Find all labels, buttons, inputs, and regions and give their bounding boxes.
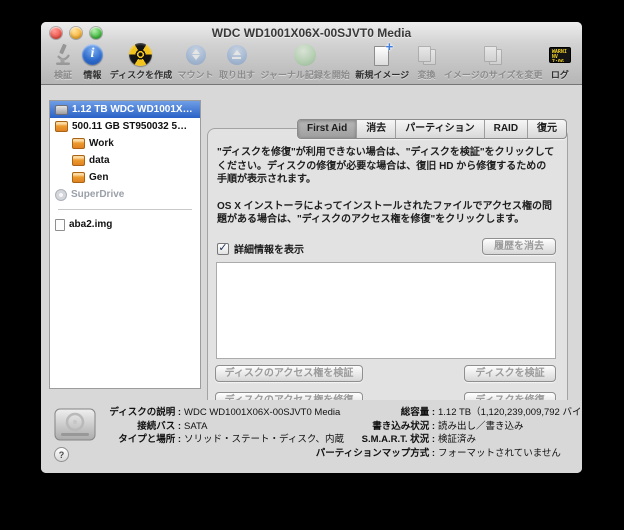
toolbar-log-button[interactable]: WARNINV 7:06 ログ (548, 42, 572, 81)
info-row: パーティションマップ方式 : フォーマットされていません (293, 447, 582, 461)
optical-drive-icon (55, 189, 67, 201)
details-output[interactable] (216, 262, 556, 359)
show-details-checkbox[interactable]: ✓ (217, 243, 229, 255)
toolbar-label: ディスクを作成 (110, 68, 172, 81)
checkmark-icon: ✓ (218, 243, 227, 253)
toolbar-resize-image-button: イメージのサイズを変更 (444, 42, 543, 81)
toolbar-verify-button: 検証 (51, 42, 75, 81)
verify-disk-button: ディスクを検証 (464, 365, 556, 382)
info-label: 接続バス : (97, 420, 181, 434)
tab-first-aid[interactable]: First Aid (298, 120, 356, 138)
info-row: S.M.A.R.T. 状況 : 検証済み (293, 433, 582, 447)
device-sidebar: 1.12 TB WDC WD1001X… 500.11 GB ST950032 … (49, 100, 201, 389)
new-image-icon: + (373, 42, 391, 67)
info-value: SATA (184, 420, 207, 434)
sidebar-item-label: Gen (89, 172, 108, 183)
sidebar-item-st950032-disk[interactable]: 500.11 GB ST950032 5… (50, 118, 200, 135)
toolbar-label: ジャーナル記録を開始 (260, 68, 350, 81)
toolbar-label: ログ (551, 68, 569, 81)
sidebar-item-label: Work (89, 138, 114, 149)
first-aid-paragraph: OS X インストーラによってインストールされたファイルでアクセス権の問題がある… (217, 200, 556, 227)
toolbar-convert-button: 変換 (415, 42, 439, 81)
toolbar-info-button[interactable]: i 情報 (80, 42, 104, 81)
log-icon: WARNINV 7:06 (549, 42, 571, 67)
journal-icon (294, 42, 316, 67)
info-icon: i (82, 42, 103, 67)
toolbar-label: 情報 (83, 68, 101, 81)
toolbar-eject-button: 取り出す (219, 42, 255, 81)
eject-icon (227, 42, 247, 67)
sidebar-item-label: aba2.img (69, 219, 112, 230)
sidebar-item-gen-volume[interactable]: Gen (50, 169, 200, 186)
toolbar-label: マウント (178, 68, 214, 81)
info-row: 書き込み状況 : 読み出し／書き込み (293, 420, 582, 434)
info-value: 1.12 TB（1,120,239,009,792 バイト） (438, 406, 582, 420)
sidebar-item-aba2-image[interactable]: aba2.img (50, 216, 200, 233)
verify-permissions-button: ディスクのアクセス権を検証 (215, 365, 363, 382)
show-details-label: 詳細情報を表示 (234, 241, 304, 256)
first-aid-paragraph: "ディスクを修復"が利用できない場合は、"ディスクを検証"をクリックしてください… (217, 146, 556, 187)
sidebar-item-label: data (89, 155, 110, 166)
tab-partition[interactable]: パーティション (395, 120, 483, 138)
mount-icon (186, 42, 206, 67)
tab-erase[interactable]: 消去 (356, 120, 395, 138)
content-area: 1.12 TB WDC WD1001X… 500.11 GB ST950032 … (41, 85, 582, 400)
resize-image-icon (483, 42, 503, 67)
orange-volume-icon (72, 172, 85, 183)
first-aid-pane: "ディスクを修復"が利用できない場合は、"ディスクを検証"をクリックしてください… (207, 128, 568, 417)
disk-image-file-icon (55, 219, 65, 231)
disk-info-right: 総容量 : 1.12 TB（1,120,239,009,792 バイト） 書き込… (293, 406, 582, 460)
sidebar-item-work-volume[interactable]: Work (50, 135, 200, 152)
burn-icon (129, 42, 152, 67)
toolbar-mount-button: マウント (178, 42, 214, 81)
info-label: パーティションマップ方式 : (293, 447, 435, 461)
tab-raid[interactable]: RAID (484, 120, 527, 138)
sidebar-item-data-volume[interactable]: data (50, 152, 200, 169)
info-label: ディスクの説明 : (97, 406, 181, 420)
info-value: 読み出し／書き込み (438, 420, 524, 434)
sidebar-item-superdrive[interactable]: SuperDrive (50, 186, 200, 203)
help-button[interactable]: ? (54, 447, 69, 462)
convert-icon (417, 42, 437, 67)
info-value: フォーマットされていません (438, 447, 561, 461)
info-panel: ? ディスクの説明 : WDC WD1001X06X-00SJVT0 Media… (41, 400, 582, 473)
toolbar-new-image-button[interactable]: + 新規イメージ (355, 42, 409, 81)
clear-history-button: 履歴を消去 (482, 238, 556, 255)
orange-volume-icon (72, 138, 85, 149)
titlebar[interactable]: WDC WD1001X06X-00SJVT0 Media (41, 22, 582, 44)
toolbar-journal-button: ジャーナル記録を開始 (260, 42, 350, 81)
toolbar: 検証 i 情報 ディスクを作成 マウント 取り出す ジャーナル記録を開始 (41, 44, 582, 85)
window-title: WDC WD1001X06X-00SJVT0 Media (41, 26, 582, 40)
sidebar-item-label: SuperDrive (71, 189, 124, 200)
toolbar-label: 変換 (418, 68, 436, 81)
disk-utility-window: WDC WD1001X06X-00SJVT0 Media 検証 i 情報 ディス… (41, 22, 582, 473)
microscope-icon (53, 42, 73, 67)
info-label: タイプと場所 : (97, 433, 181, 447)
toolbar-label: 検証 (54, 68, 72, 81)
tab-bar: First Aid 消去 パーティション RAID 復元 (297, 119, 567, 139)
orange-disk-icon (55, 121, 68, 132)
internal-disk-icon (55, 105, 68, 115)
sidebar-item-label: 500.11 GB ST950032 5… (72, 121, 187, 132)
info-label: S.M.A.R.T. 状況 : (293, 433, 435, 447)
hard-drive-icon (52, 406, 98, 449)
toolbar-burn-button[interactable]: ディスクを作成 (110, 42, 172, 81)
toolbar-label: 取り出す (219, 68, 255, 81)
tab-restore[interactable]: 復元 (527, 120, 566, 138)
sidebar-item-label: 1.12 TB WDC WD1001X… (72, 104, 193, 115)
sidebar-item-wdc-disk[interactable]: 1.12 TB WDC WD1001X… (50, 101, 200, 118)
toolbar-label: 新規イメージ (355, 68, 409, 81)
info-label: 総容量 : (293, 406, 435, 420)
toolbar-label: イメージのサイズを変更 (444, 68, 543, 81)
show-details-row: ✓ 詳細情報を表示 (217, 241, 304, 256)
first-aid-description: "ディスクを修復"が利用できない場合は、"ディスクを検証"をクリックしてください… (217, 146, 556, 240)
sidebar-divider (58, 209, 192, 210)
orange-volume-icon (72, 155, 85, 166)
info-value: 検証済み (438, 433, 476, 447)
info-row: 総容量 : 1.12 TB（1,120,239,009,792 バイト） (293, 406, 582, 420)
info-label: 書き込み状況 : (293, 420, 435, 434)
